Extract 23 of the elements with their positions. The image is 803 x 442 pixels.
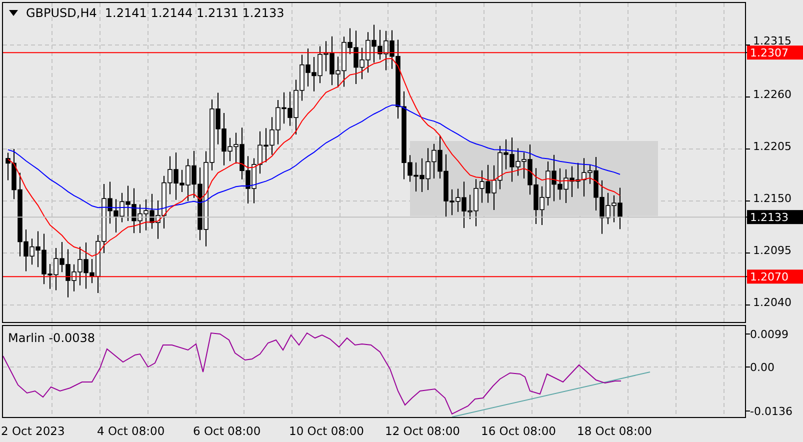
price-label: 1.2040 <box>753 296 792 309</box>
price-label: 1.2150 <box>753 192 792 205</box>
ohlc-values: 1.2141 1.2144 1.2131 1.2133 <box>104 6 284 20</box>
time-label: 12 Oct 08:00 <box>385 424 460 438</box>
price-marker: 1.2307 <box>747 46 803 60</box>
price-label: 1.2260 <box>753 88 792 101</box>
price-label: 1.2205 <box>753 140 792 153</box>
dropdown-triangle-icon[interactable] <box>9 10 18 16</box>
price-label: 1.2315 <box>753 34 792 48</box>
indicator-axis-label: 0.0099 <box>750 328 788 341</box>
time-label: 4 Oct 08:00 <box>97 424 165 438</box>
time-label: 10 Oct 08:00 <box>289 424 364 438</box>
price-marker: 1.2070 <box>747 270 803 284</box>
time-label: 18 Oct 08:00 <box>577 424 652 438</box>
indicator-axis-label: 0.00 <box>750 361 774 374</box>
price-marker: 1.2133 <box>747 210 803 224</box>
price-label: 1.2095 <box>753 244 792 257</box>
time-label: 16 Oct 08:00 <box>481 424 556 438</box>
time-label: 2 Oct 2023 <box>1 424 65 438</box>
indicator-label: Marlin -0.0038 <box>8 331 96 345</box>
time-label: 6 Oct 08:00 <box>193 424 261 438</box>
symbol-label: GBPUSD,H4 <box>26 6 97 20</box>
indicator-axis-label: -0.0136 <box>750 405 792 418</box>
